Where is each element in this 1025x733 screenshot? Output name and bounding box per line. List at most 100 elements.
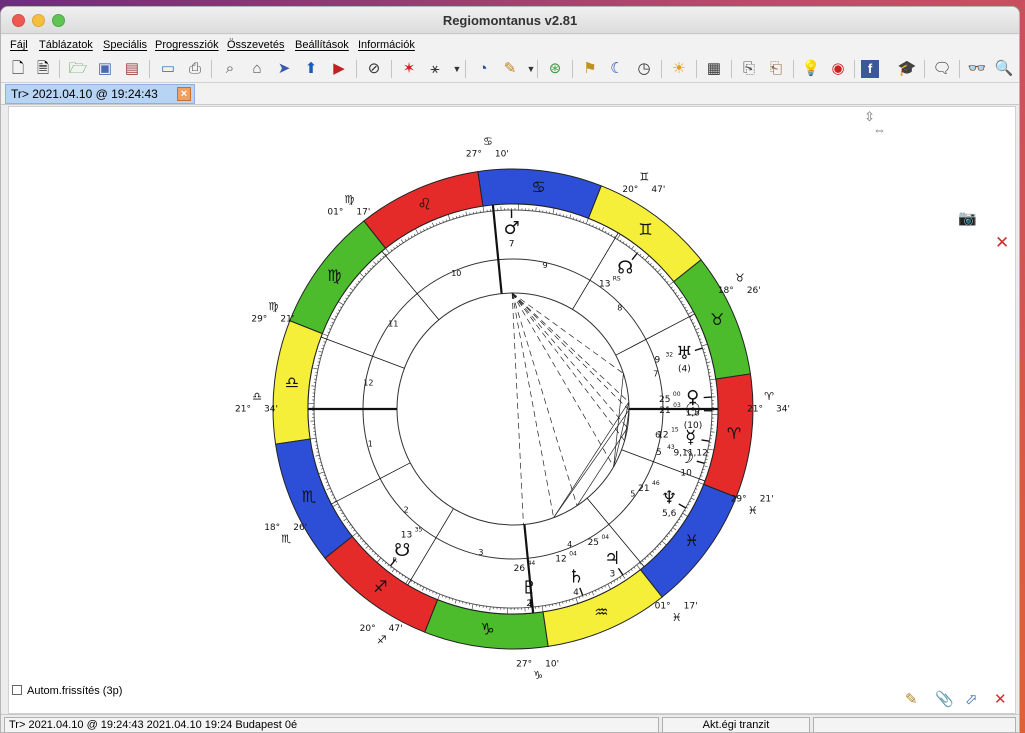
delete-icon[interactable]: ✕ <box>994 690 1007 708</box>
menu-progressions[interactable]: Progressziók <box>155 39 219 51</box>
cusp-minute-label: 17' <box>356 208 370 218</box>
cusp-degree-label: 27° <box>516 659 532 669</box>
minimize-window-button[interactable] <box>32 14 45 27</box>
signpost-icon[interactable]: ⚑ <box>579 58 601 80</box>
save-icon[interactable]: ▣ <box>94 58 116 80</box>
attach-icon[interactable]: 📎 <box>935 690 954 708</box>
close-chart-icon[interactable]: ✕ <box>995 233 1009 253</box>
zodiac-sign-glyph: ♑ <box>480 620 494 639</box>
zodiac-sign-glyph: ♌ <box>417 194 431 213</box>
calendar-icon[interactable]: ▦ <box>703 58 725 80</box>
page-icon[interactable]: 🗎 <box>32 58 54 80</box>
planet-degree: 13 <box>401 531 412 541</box>
cusp-minute-label: 10' <box>545 659 559 669</box>
house-number: 12 <box>363 378 373 387</box>
cusp-minute-label: 26' <box>747 286 761 296</box>
menu-tables[interactable]: Táblázatok <box>39 39 93 51</box>
glasses-icon[interactable]: 👓 <box>966 58 988 80</box>
planet-rulers: 10 <box>680 469 692 479</box>
cusp-minute-label: 34' <box>776 405 790 415</box>
aspect-icon[interactable]: ⚹ <box>424 58 446 80</box>
search-icon[interactable]: 🔍 <box>993 58 1015 80</box>
planet-minute: 44 <box>528 560 536 567</box>
hide-icon[interactable]: ⊘ <box>363 58 385 80</box>
planet-degree: 12 <box>657 430 668 440</box>
comment-icon[interactable]: 🗨 <box>931 58 953 80</box>
checkbox-box[interactable] <box>12 685 22 695</box>
cusp-sign-label: ♓ <box>748 504 758 517</box>
planet-minute: 32 <box>665 352 673 359</box>
planet-rulers: (4) <box>678 364 691 374</box>
home-icon[interactable]: ⌂ <box>246 58 268 80</box>
camera-icon[interactable]: 📷 <box>958 209 977 227</box>
clock-dial-icon[interactable]: ◔ <box>472 58 494 80</box>
cusp-sign-label: ♈ <box>764 390 774 403</box>
menu-comparison[interactable]: Összevetés <box>227 39 284 51</box>
zodiac-sign-glyph: ♋ <box>531 177 545 196</box>
cusp-sign-label: ♏ <box>281 533 291 546</box>
planet-glyph: ♅ <box>676 343 692 364</box>
zodiac-sign-glyph: ♐ <box>373 577 387 596</box>
photo-icon[interactable]: ▭ <box>157 58 179 80</box>
cusp-sign-label: ♋ <box>483 135 493 148</box>
toolbar-separator <box>211 60 212 78</box>
close-tab-button[interactable]: × <box>177 87 191 101</box>
menu-info[interactable]: Információk <box>358 39 415 51</box>
sun-icon[interactable]: ☀ <box>668 58 690 80</box>
maximize-window-button[interactable] <box>52 14 65 27</box>
help-icon[interactable]: ◉ <box>827 58 849 80</box>
time-icon[interactable]: ◷ <box>633 58 655 80</box>
toolbar-separator <box>924 60 925 78</box>
toolbar-separator <box>391 60 392 78</box>
house-number: 11 <box>388 319 398 328</box>
lightbulb-icon[interactable]: 💡 <box>800 58 822 80</box>
menu-special[interactable]: Speciális <box>103 39 147 51</box>
zodiac-sign-glyph: ♊ <box>638 220 652 239</box>
new-document-icon[interactable]: 🗋 <box>7 58 29 80</box>
open-folder-icon[interactable]: 🗁 <box>67 58 89 80</box>
toolbar-separator <box>793 60 794 78</box>
cusp-minute-label: 21' <box>760 494 774 504</box>
tools-icon[interactable]: ✎ <box>499 58 521 80</box>
moon-icon[interactable]: ☾ <box>606 58 628 80</box>
cusp-degree-label: 21° <box>747 405 763 415</box>
planet-rulers: 5,6 <box>662 509 677 519</box>
cusp-degree-label: 29° <box>251 315 267 325</box>
export-icon[interactable]: ⎘ <box>738 58 760 80</box>
facebook-icon[interactable]: f <box>861 60 879 78</box>
house-number: 7 <box>653 369 658 378</box>
horoscope-chart: ♈♉♊♋♌♍♎♏♐♑♒♓121°♎34'218°♏26'320°♐47'427°… <box>235 135 790 682</box>
cusp-sign-label: ♐ <box>377 634 387 647</box>
cursor-icon[interactable]: ➤ <box>273 58 295 80</box>
stars-icon[interactable]: ✶ <box>398 58 420 80</box>
cusp-sign-label: ♉ <box>735 271 745 284</box>
edit-icon[interactable]: ✎ <box>905 690 918 708</box>
chevron-down-icon[interactable]: ▼ <box>520 58 542 80</box>
horizontal-resize-icon[interactable]: ⇔ <box>873 122 886 137</box>
up-arrow-icon[interactable]: ⬆ <box>300 58 322 80</box>
save-all-icon[interactable]: ▤ <box>121 58 143 80</box>
close-window-button[interactable] <box>12 14 25 27</box>
menu-file[interactable]: Fájl <box>10 39 28 51</box>
print-icon[interactable]: ⎙ <box>184 58 206 80</box>
planet-minute: 03 <box>673 402 681 409</box>
toolbar: 🗋 🗎 🗁 ▣ ▤ ▭ ⎙ ⌕ ⌂ ➤ ⬆ ▶ ⊘ ✶ ⚹ ▼ ◔ ✎ ▼ ⊛ … <box>1 55 1019 83</box>
graduation-icon[interactable]: 🎓 <box>896 58 918 80</box>
tab-transit-chart[interactable]: Tr> 2021.04.10 @ 19:24:43 × <box>5 84 195 104</box>
import-icon[interactable]: ⎗ <box>765 58 787 80</box>
zodiac-sign-glyph: ♓ <box>685 531 699 550</box>
menu-settings[interactable]: Beállítások <box>295 39 349 51</box>
share-icon[interactable]: ⬀ <box>965 690 978 708</box>
telescope-icon[interactable]: ⌕ <box>219 58 241 80</box>
planet-degree: 12 <box>555 554 566 564</box>
cusp-degree-label: 27° <box>466 150 482 160</box>
cusp-minute-label: 21' <box>280 315 294 325</box>
house-number: 4 <box>567 540 572 549</box>
toolbar-separator <box>149 60 150 78</box>
auto-refresh-checkbox[interactable]: Autom.frissítés (3p) <box>12 685 122 697</box>
cusp-degree-label: 01° <box>655 601 671 611</box>
toolbar-separator <box>731 60 732 78</box>
circles-icon[interactable]: ⊛ <box>544 58 566 80</box>
play-icon[interactable]: ▶ <box>328 58 350 80</box>
cusp-minute-label: 47' <box>651 185 665 195</box>
